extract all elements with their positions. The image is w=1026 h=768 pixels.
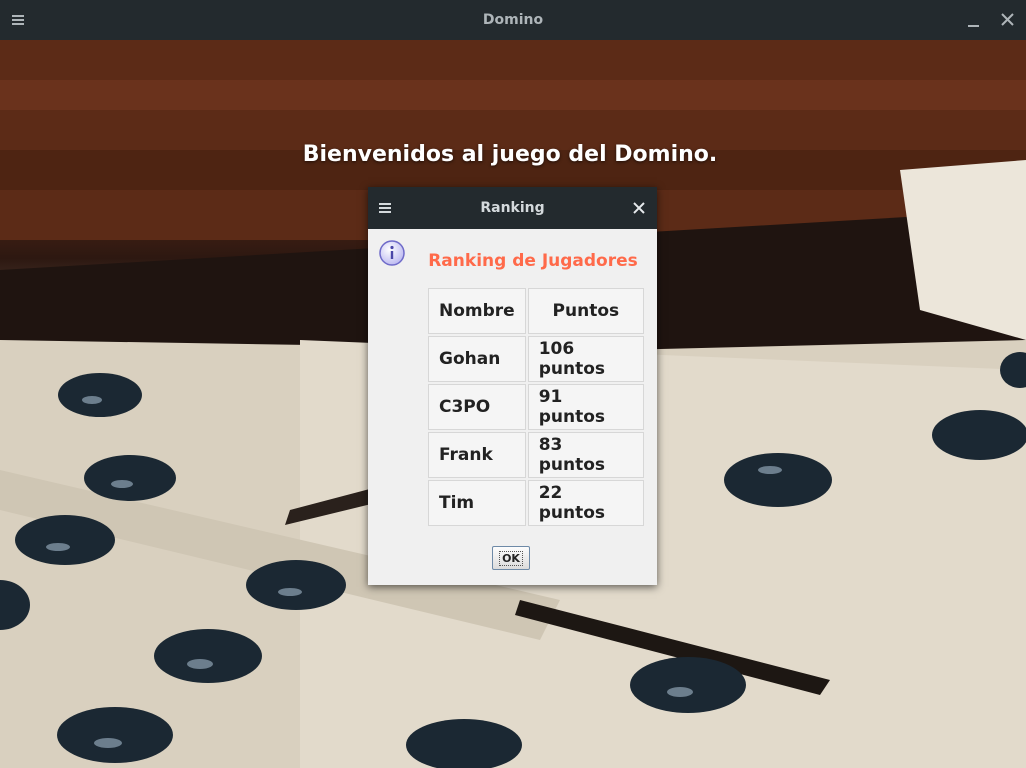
dialog-titlebar[interactable]: Ranking: [368, 187, 657, 229]
ok-button-label: OK: [499, 551, 523, 566]
app-window: Domino Bienvenidos al juego del Domino. …: [0, 0, 1026, 768]
player-points: 83 puntos: [527, 432, 644, 478]
player-points: 22 puntos: [527, 480, 644, 526]
table-row: C3PO 91 puntos: [428, 384, 644, 430]
player-points: 106 puntos: [527, 336, 644, 382]
player-name: Frank: [428, 432, 526, 478]
info-icon: [379, 240, 405, 266]
column-header-name: Nombre: [428, 288, 526, 334]
close-icon[interactable]: [998, 10, 1018, 30]
table-row: Frank 83 puntos: [428, 432, 644, 478]
ok-button[interactable]: OK: [492, 546, 530, 570]
dialog-title: Ranking: [480, 200, 545, 216]
player-points: 91 puntos: [527, 384, 644, 430]
player-name: Gohan: [428, 336, 526, 382]
minimize-icon[interactable]: [964, 10, 984, 30]
table-row: Tim 22 puntos: [428, 480, 644, 526]
player-name: C3PO: [428, 384, 526, 430]
ranking-heading: Ranking de Jugadores: [428, 251, 638, 271]
close-icon[interactable]: [630, 199, 648, 217]
window-titlebar[interactable]: Domino: [0, 0, 1026, 40]
window-title: Domino: [482, 12, 544, 28]
table-row: Gohan 106 puntos: [428, 336, 644, 382]
welcome-message: Bienvenidos al juego del Domino.: [302, 142, 718, 167]
table-header-row: Nombre Puntos: [428, 288, 644, 334]
ranking-table: Nombre Puntos Gohan 106 puntos C3PO 91 p…: [426, 286, 646, 528]
player-name: Tim: [428, 480, 526, 526]
column-header-points: Puntos: [527, 288, 644, 334]
ranking-dialog: Ranking Ranking de Jugadores Nombre Punt…: [368, 187, 657, 585]
